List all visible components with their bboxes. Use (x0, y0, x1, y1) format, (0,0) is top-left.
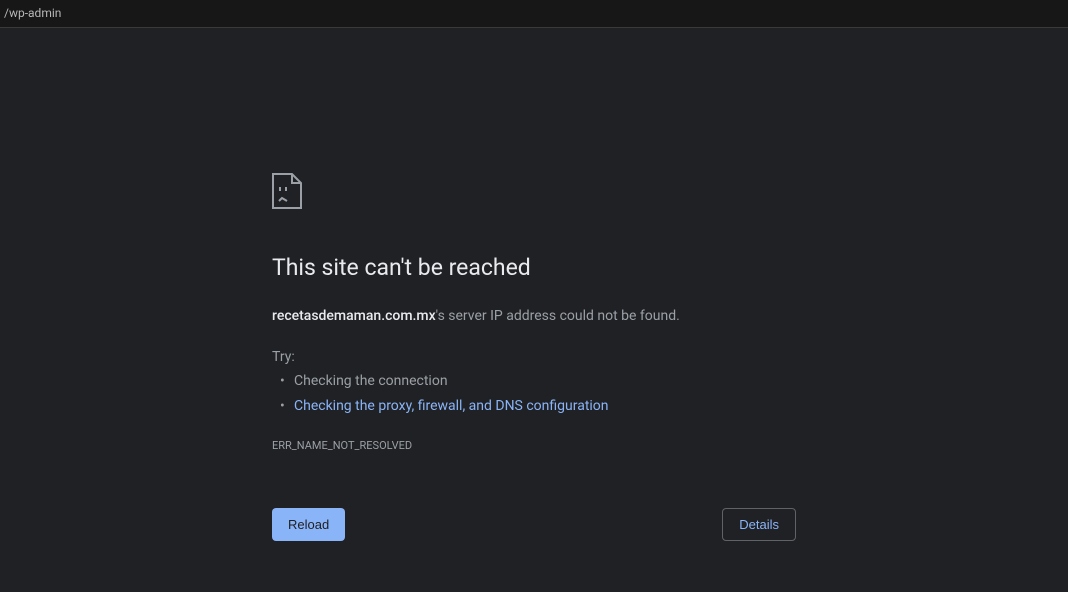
try-section: Try: Checking the connection Checking th… (272, 349, 796, 417)
error-message: recetasdemaman.com.mx's server IP addres… (272, 306, 796, 327)
try-label: Try: (272, 349, 796, 365)
suggestion-item: Checking the connection (294, 371, 796, 392)
button-row: Reload Details (272, 508, 796, 541)
error-title: This site can't be reached (272, 254, 796, 281)
url-text: /wp-admin (4, 6, 61, 20)
try-list: Checking the connection Checking the pro… (272, 371, 796, 417)
content-wrapper: This site can't be reached recetasdemama… (0, 28, 1068, 541)
error-code: ERR_NAME_NOT_RESOLVED (272, 439, 796, 452)
reload-button[interactable]: Reload (272, 508, 345, 541)
sad-page-icon (272, 173, 302, 209)
suggestion-link[interactable]: Checking the proxy, firewall, and DNS co… (294, 396, 796, 417)
details-button[interactable]: Details (722, 508, 796, 541)
address-bar[interactable]: /wp-admin (0, 0, 1068, 28)
error-container: This site can't be reached recetasdemama… (272, 173, 796, 541)
error-domain: recetasdemaman.com.mx (272, 308, 436, 324)
error-message-text: 's server IP address could not be found. (436, 308, 680, 324)
